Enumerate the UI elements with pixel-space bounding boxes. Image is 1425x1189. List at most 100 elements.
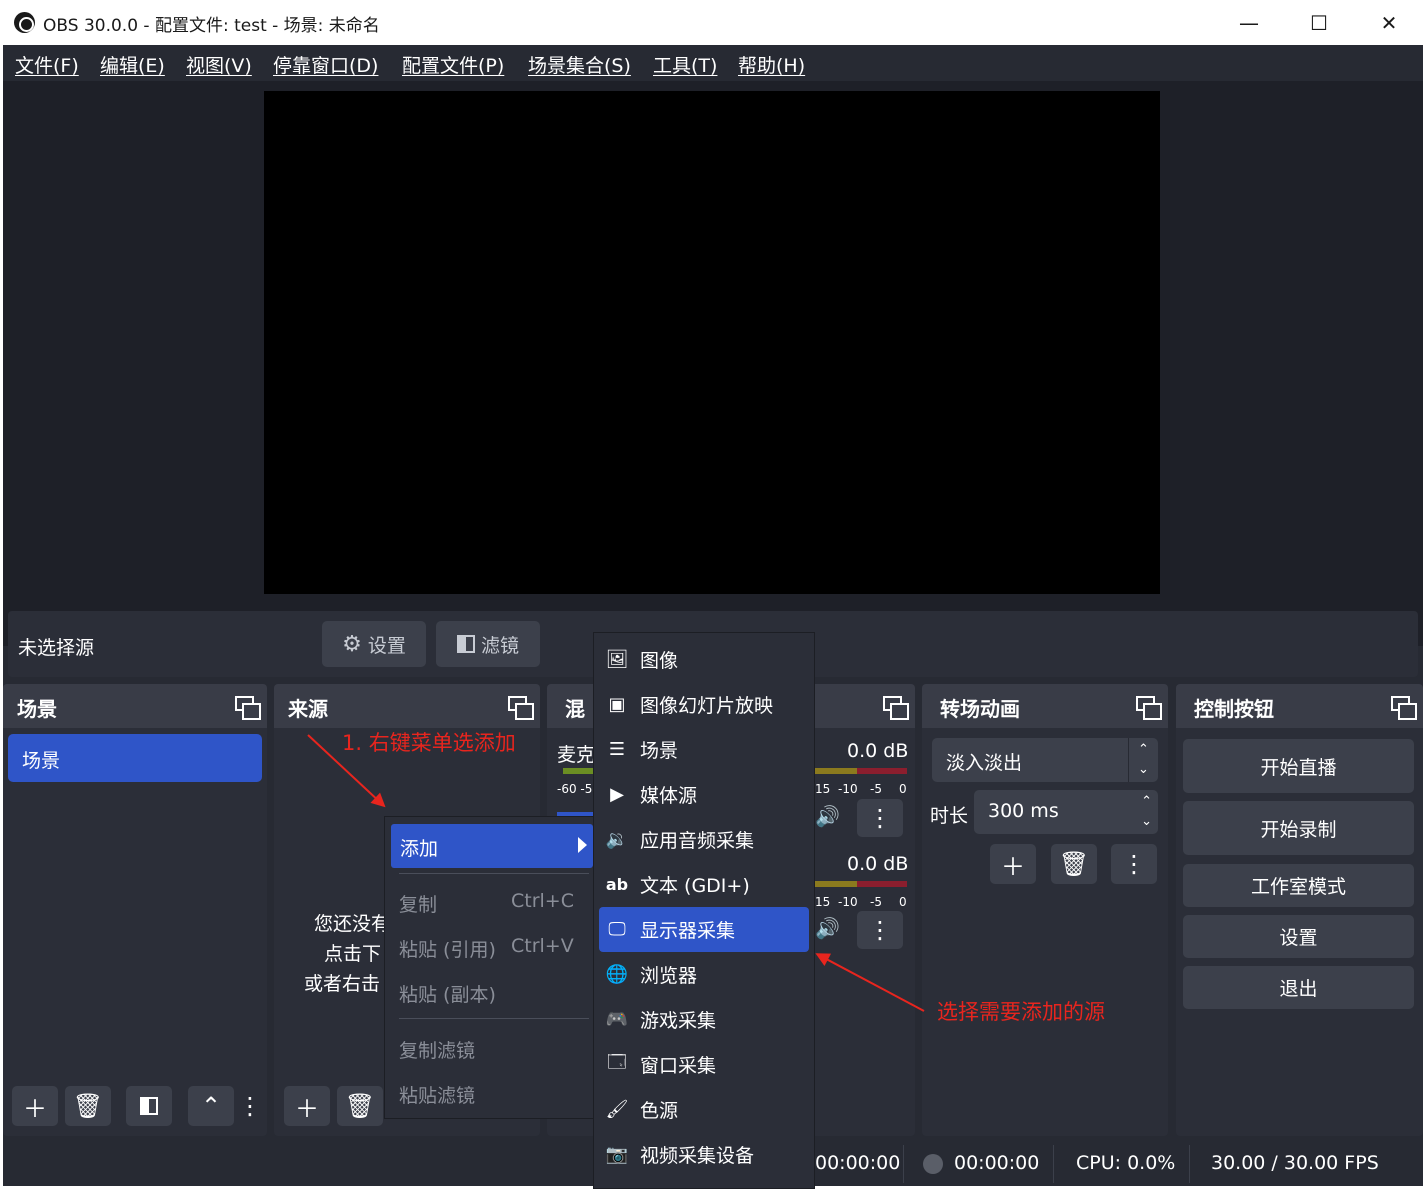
source-type-app-audio[interactable]: 🔉 应用音频采集 <box>594 817 816 862</box>
source-type-window-capture[interactable]: 🗔 窗口采集 <box>594 1042 816 1087</box>
sources-dock-title: 来源 <box>288 697 328 721</box>
scene-more-button[interactable]: ⋮ <box>238 1086 262 1126</box>
meter-tick: 15 <box>815 895 831 909</box>
undock-icon[interactable] <box>883 696 909 720</box>
scene-filters-button[interactable] <box>126 1086 172 1126</box>
add-source-button[interactable]: ＋ <box>284 1086 330 1126</box>
source-type-label: 色源 <box>640 1100 679 1122</box>
sources-empty-hint-2: 点击下 <box>324 943 382 965</box>
source-settings-button[interactable]: ⚙ 设置 <box>322 621 426 667</box>
add-source-submenu: 🖼 图像 ▣ 图像幻灯片放映 ☰ 场景 ▶ 媒体源 🔉 应用音频采集 ab 文本 (GDI+… <box>593 632 815 1189</box>
source-type-scene[interactable]: ☰ 场景 <box>594 727 816 772</box>
trash-icon: 🗑 <box>344 1092 376 1120</box>
scenes-dock-header: 场景 <box>3 684 267 728</box>
undock-icon[interactable] <box>1391 696 1417 720</box>
exit-button[interactable]: 退出 <box>1183 966 1414 1009</box>
context-paste-duplicate[interactable]: 粘贴 (副本) <box>399 980 496 1007</box>
plus-icon: ＋ <box>295 1094 319 1123</box>
context-add-item[interactable]: 添加 <box>391 824 593 868</box>
source-type-image[interactable]: 🖼 图像 <box>594 637 816 682</box>
speaker-icon[interactable]: 🔊 <box>815 916 840 940</box>
source-type-text[interactable]: ab 文本 (GDI+) <box>594 862 816 907</box>
source-type-video-capture[interactable]: 📷 视频采集设备 <box>594 1132 816 1177</box>
obs-logo-icon <box>14 12 35 33</box>
play-icon: ▶ <box>610 784 624 805</box>
context-paste-filters[interactable]: 粘贴滤镜 <box>399 1081 475 1108</box>
meter-scale-left: -60 -5 <box>557 782 593 796</box>
preview-canvas[interactable] <box>264 91 1160 594</box>
copy-shortcut: Ctrl+C <box>511 890 574 912</box>
remove-scene-button[interactable]: 🗑 <box>65 1086 111 1126</box>
undock-icon[interactable] <box>235 696 261 720</box>
undock-icon[interactable] <box>1136 696 1162 720</box>
menu-docks[interactable]: 停靠窗口(D) <box>273 51 378 78</box>
studio-mode-button[interactable]: 工作室模式 <box>1183 864 1414 907</box>
source-type-label: 浏览器 <box>640 965 698 987</box>
add-transition-button[interactable]: ＋ <box>990 844 1036 884</box>
spin-arrows-icon[interactable]: ⌃ ⌄ <box>1141 790 1152 832</box>
source-filters-label: 滤镜 <box>480 634 519 657</box>
source-type-label: 应用音频采集 <box>640 830 755 852</box>
menu-help[interactable]: 帮助(H) <box>738 51 805 78</box>
context-copy-filters[interactable]: 复制滤镜 <box>399 1036 475 1063</box>
start-streaming-button[interactable]: 开始直播 <box>1183 739 1414 793</box>
paste-shortcut: Ctrl+V <box>511 935 574 957</box>
window-title: OBS 30.0.0 - 配置文件: test - 场景: 未命名 <box>43 16 380 36</box>
submenu-arrow-icon <box>578 837 587 853</box>
fps-indicator: 30.00 / 30.00 FPS <box>1211 1152 1379 1174</box>
source-type-label: 媒体源 <box>640 785 698 807</box>
context-copy[interactable]: 复制 <box>399 890 437 917</box>
source-type-color[interactable]: 🖌 色源 <box>594 1087 816 1132</box>
controls-dock: 控制按钮 开始直播 开始录制 工作室模式 设置 退出 <box>1176 684 1423 1136</box>
transition-select-value: 淡入淡出 <box>946 752 1023 774</box>
preview-area <box>3 81 1423 646</box>
start-recording-button[interactable]: 开始录制 <box>1183 801 1414 855</box>
duration-spinbox[interactable]: 300 ms ⌃ ⌄ <box>974 790 1158 834</box>
record-dot-icon <box>923 1154 943 1174</box>
mixer-more-button[interactable]: ⋮ <box>857 799 903 837</box>
add-scene-button[interactable]: ＋ <box>12 1086 58 1126</box>
speaker-icon[interactable]: 🔊 <box>815 804 840 828</box>
trash-icon: 🗑 <box>1058 850 1090 878</box>
meter-tick: -5 <box>870 782 882 796</box>
mixer-dock-title: 混 <box>565 697 585 721</box>
volume-meter <box>857 768 907 774</box>
source-type-display-capture[interactable]: 🖵 显示器采集 <box>599 907 809 952</box>
menu-scene-collection[interactable]: 场景集合(S) <box>528 51 631 78</box>
close-button[interactable]: ✕ <box>1354 0 1424 45</box>
source-type-browser[interactable]: 🌐 浏览器 <box>594 952 816 997</box>
source-type-media[interactable]: ▶ 媒体源 <box>594 772 816 817</box>
scenes-dock: 场景 场景 ＋ 🗑 ⌃ ⋮ <box>3 684 267 1136</box>
transition-select[interactable]: 淡入淡出 ⌃ ⌄ <box>932 738 1158 782</box>
menu-profile[interactable]: 配置文件(P) <box>402 51 504 78</box>
monitor-icon: 🖵 <box>608 919 626 940</box>
menu-file[interactable]: 文件(F) <box>15 51 79 78</box>
minimize-button[interactable]: — <box>1214 0 1284 45</box>
camera-icon: 📷 <box>605 1144 629 1165</box>
scene-list-item[interactable]: 场景 <box>8 734 262 782</box>
menu-view[interactable]: 视图(V) <box>186 51 252 78</box>
no-source-label: 未选择源 <box>18 637 95 659</box>
source-filters-button[interactable]: 滤镜 <box>436 621 540 667</box>
status-divider <box>1189 1145 1190 1183</box>
source-type-label: 图像幻灯片放映 <box>640 695 774 717</box>
move-scene-up-button[interactable]: ⌃ <box>188 1086 234 1126</box>
maximize-button[interactable]: ☐ <box>1284 0 1354 45</box>
mixer-more-button[interactable]: ⋮ <box>857 911 903 949</box>
source-type-game-capture[interactable]: 🎮 游戏采集 <box>594 997 816 1042</box>
transition-more-button[interactable]: ⋮ <box>1111 844 1157 884</box>
undock-icon[interactable] <box>508 696 534 720</box>
status-divider <box>1053 1145 1054 1183</box>
remove-source-button[interactable]: 🗑 <box>337 1086 383 1126</box>
transitions-dock: 转场动画 淡入淡出 ⌃ ⌄ 时长 300 ms ⌃ ⌄ ＋ 🗑 ⋮ <box>922 684 1168 1136</box>
menu-tools[interactable]: 工具(T) <box>653 51 717 78</box>
source-type-slideshow[interactable]: ▣ 图像幻灯片放映 <box>594 682 816 727</box>
menu-edit[interactable]: 编辑(E) <box>100 51 165 78</box>
cpu-usage: CPU: 0.0% <box>1076 1152 1176 1174</box>
source-type-label: 游戏采集 <box>640 1010 717 1032</box>
context-paste-reference[interactable]: 粘贴 (引用) <box>399 935 496 962</box>
settings-button[interactable]: 设置 <box>1183 915 1414 958</box>
duration-label: 时长 <box>930 805 969 827</box>
remove-transition-button[interactable]: 🗑 <box>1051 844 1097 884</box>
globe-icon: 🌐 <box>605 964 629 985</box>
